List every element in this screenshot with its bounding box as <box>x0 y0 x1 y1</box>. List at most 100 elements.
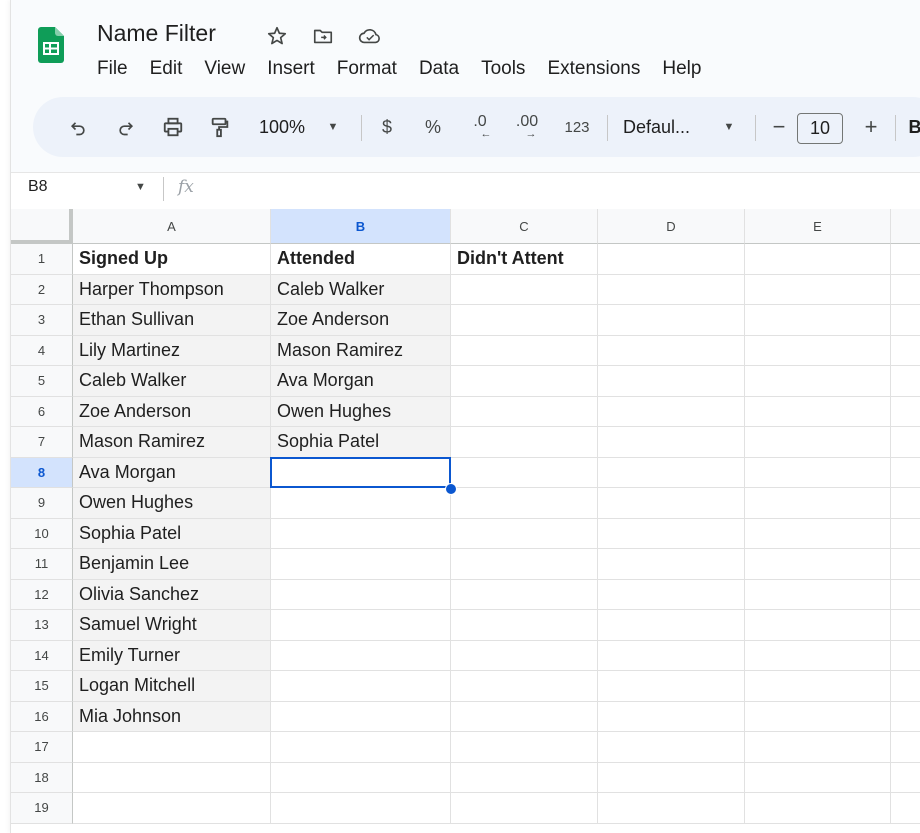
cell-a6[interactable]: Zoe Anderson <box>73 396 271 427</box>
column-header-partial[interactable] <box>891 209 920 244</box>
cell-d11[interactable] <box>598 549 745 580</box>
cell-e10[interactable] <box>745 518 891 549</box>
cell-e2[interactable] <box>745 274 891 305</box>
cell-f14[interactable] <box>891 641 920 671</box>
redo-icon[interactable] <box>111 97 141 157</box>
cell-e17[interactable] <box>745 732 891 763</box>
cell-a8[interactable]: Ava Morgan <box>73 457 271 488</box>
cell-f15[interactable] <box>891 671 920 702</box>
sheets-logo-icon[interactable] <box>38 27 64 63</box>
cell-d9[interactable] <box>598 488 745 519</box>
row-header-16[interactable]: 16 <box>11 701 73 732</box>
row-header-5[interactable]: 5 <box>11 366 73 397</box>
cell-d17[interactable] <box>598 732 745 763</box>
cell-c14[interactable] <box>451 640 598 671</box>
menu-insert[interactable]: Insert <box>267 58 315 80</box>
cell-e6[interactable] <box>745 396 891 427</box>
cell-b15[interactable] <box>271 671 451 702</box>
cell-c18[interactable] <box>451 762 598 793</box>
cell-b16[interactable] <box>271 701 451 732</box>
cell-f11[interactable] <box>891 549 920 580</box>
menu-tools[interactable]: Tools <box>481 58 525 80</box>
cell-a1[interactable]: Signed Up <box>73 244 271 275</box>
cell-d6[interactable] <box>598 396 745 427</box>
cell-f5[interactable] <box>891 366 920 397</box>
cell-b2[interactable]: Caleb Walker <box>271 274 451 305</box>
cell-d3[interactable] <box>598 305 745 336</box>
cell-e15[interactable] <box>745 671 891 702</box>
menu-format[interactable]: Format <box>337 58 397 80</box>
cell-d16[interactable] <box>598 701 745 732</box>
row-header-19[interactable]: 19 <box>11 793 73 824</box>
cell-c16[interactable] <box>451 701 598 732</box>
bold-button[interactable]: B <box>905 97 920 157</box>
cell-c5[interactable] <box>451 366 598 397</box>
cell-f16[interactable] <box>891 702 920 732</box>
cell-b14[interactable] <box>271 640 451 671</box>
cell-a4[interactable]: Lily Martinez <box>73 335 271 366</box>
cell-d18[interactable] <box>598 762 745 793</box>
column-header-a[interactable]: A <box>73 209 271 244</box>
cell-e4[interactable] <box>745 335 891 366</box>
cell-a11[interactable]: Benjamin Lee <box>73 549 271 580</box>
row-header-2[interactable]: 2 <box>11 274 73 305</box>
row-header-14[interactable]: 14 <box>11 640 73 671</box>
star-icon[interactable] <box>265 24 289 48</box>
cell-b18[interactable] <box>271 762 451 793</box>
cell-f6[interactable] <box>891 397 920 427</box>
cell-a12[interactable]: Olivia Sanchez <box>73 579 271 610</box>
column-header-b[interactable]: B <box>271 209 451 244</box>
cell-f4[interactable] <box>891 336 920 366</box>
cell-c17[interactable] <box>451 732 598 763</box>
row-header-3[interactable]: 3 <box>11 305 73 336</box>
row-header-12[interactable]: 12 <box>11 579 73 610</box>
cell-e1[interactable] <box>745 244 891 275</box>
cell-c19[interactable] <box>451 793 598 824</box>
cell-c10[interactable] <box>451 518 598 549</box>
cloud-status-icon[interactable] <box>358 24 382 48</box>
cell-c1[interactable]: Didn't Attent <box>451 244 598 275</box>
fill-handle[interactable] <box>445 483 457 495</box>
cell-b19[interactable] <box>271 793 451 824</box>
cell-f3[interactable] <box>891 305 920 336</box>
print-icon[interactable] <box>158 97 188 157</box>
cell-b1[interactable]: Attended <box>271 244 451 275</box>
row-header-8[interactable]: 8 <box>11 457 73 488</box>
cell-d8[interactable] <box>598 457 745 488</box>
number-format-button[interactable]: 123 <box>557 97 597 157</box>
cell-f13[interactable] <box>891 610 920 641</box>
cell-e12[interactable] <box>745 579 891 610</box>
cell-b3[interactable]: Zoe Anderson <box>271 305 451 336</box>
menu-extensions[interactable]: Extensions <box>547 58 640 80</box>
cell-f9[interactable] <box>891 488 920 519</box>
cell-a15[interactable]: Logan Mitchell <box>73 671 271 702</box>
cell-b13[interactable] <box>271 610 451 641</box>
cell-f12[interactable] <box>891 580 920 610</box>
cell-f19[interactable] <box>891 793 920 824</box>
cell-c2[interactable] <box>451 274 598 305</box>
cell-d1[interactable] <box>598 244 745 275</box>
cell-b4[interactable]: Mason Ramirez <box>271 335 451 366</box>
cell-f18[interactable] <box>891 763 920 793</box>
row-header-11[interactable]: 11 <box>11 549 73 580</box>
column-header-d[interactable]: D <box>598 209 745 244</box>
cell-b6[interactable]: Owen Hughes <box>271 396 451 427</box>
paint-format-icon[interactable] <box>205 97 235 157</box>
cell-d2[interactable] <box>598 274 745 305</box>
cell-e9[interactable] <box>745 488 891 519</box>
zoom-dropdown-icon[interactable]: ▼ <box>323 97 343 157</box>
undo-icon[interactable] <box>63 97 93 157</box>
cell-a7[interactable]: Mason Ramirez <box>73 427 271 458</box>
cell-f1[interactable] <box>891 244 920 275</box>
cell-e11[interactable] <box>745 549 891 580</box>
cell-c13[interactable] <box>451 610 598 641</box>
cell-f17[interactable] <box>891 732 920 763</box>
cell-d5[interactable] <box>598 366 745 397</box>
currency-format-button[interactable]: $ <box>375 97 399 157</box>
cell-e3[interactable] <box>745 305 891 336</box>
cell-d14[interactable] <box>598 640 745 671</box>
move-folder-icon[interactable] <box>311 24 335 48</box>
zoom-select[interactable]: 100% <box>251 97 313 157</box>
cell-a10[interactable]: Sophia Patel <box>73 518 271 549</box>
cell-a5[interactable]: Caleb Walker <box>73 366 271 397</box>
